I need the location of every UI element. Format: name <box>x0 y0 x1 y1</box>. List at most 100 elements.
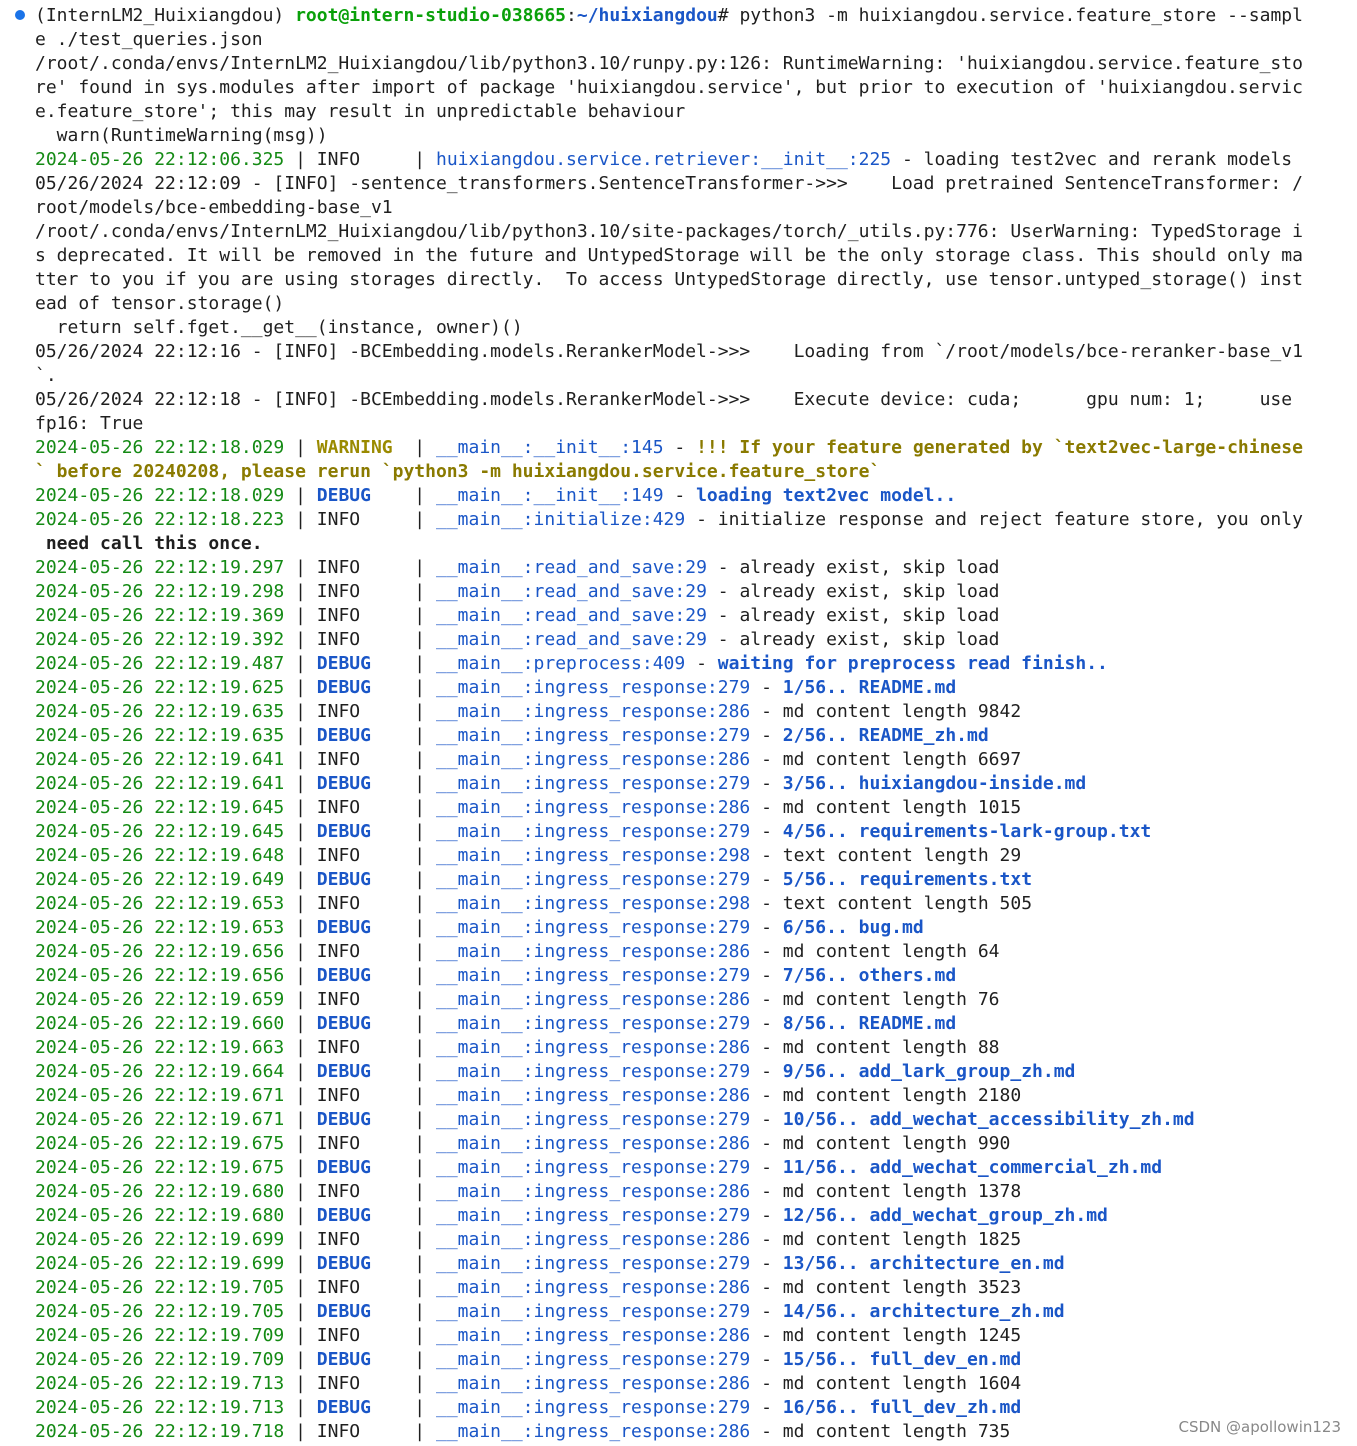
log-source: __main__:ingress_response:279 <box>435 1349 751 1370</box>
log-timestamp: 2024-05-26 22:12:19.705 <box>35 1301 285 1322</box>
log-line: 2024-05-26 22:12:19.635 | DEBUG | __main… <box>35 724 989 748</box>
log-message: text content length 29 <box>782 845 1022 866</box>
log-sep: | <box>284 557 317 578</box>
log-message: already exist, skip load <box>739 605 1000 626</box>
log-message: 12/56.. add_wechat_group_zh.md <box>782 1205 1108 1226</box>
log-sep: | <box>284 581 317 602</box>
log-line: 2024-05-26 22:12:19.656 | DEBUG | __main… <box>35 964 956 988</box>
log-line: 2024-05-26 22:12:19.641 | INFO | __main_… <box>35 748 1021 772</box>
log-line: 2024-05-26 22:12:19.487 | DEBUG | __main… <box>35 652 1108 676</box>
log-sep: - <box>750 1301 783 1322</box>
log-sep: | <box>403 749 436 770</box>
log-sep: | <box>284 605 317 626</box>
log-sep: | <box>284 1133 317 1154</box>
log-line: 2024-05-26 22:12:19.369 | INFO | __main_… <box>35 604 1000 628</box>
log-timestamp: 2024-05-26 22:12:06.325 <box>35 149 285 170</box>
log-line: 2024-05-26 22:12:06.325 | INFO | huixian… <box>35 148 1292 172</box>
log-sep: - <box>750 1133 783 1154</box>
log-line: 2024-05-26 22:12:19.675 | DEBUG | __main… <box>35 1156 1162 1180</box>
log-line: 2024-05-26 22:12:19.660 | DEBUG | __main… <box>35 1012 956 1036</box>
log-sep: | <box>284 437 317 458</box>
log-message: 6/56.. bug.md <box>782 917 924 938</box>
log-sep: | <box>403 701 436 722</box>
command-status-dot-icon <box>15 10 25 20</box>
log-timestamp: 2024-05-26 22:12:19.713 <box>35 1397 285 1418</box>
log-timestamp: 2024-05-26 22:12:19.675 <box>35 1157 285 1178</box>
log-level: DEBUG <box>316 1013 404 1034</box>
log-source: __main__:ingress_response:279 <box>435 1157 751 1178</box>
log-timestamp: 2024-05-26 22:12:19.645 <box>35 821 285 842</box>
log-sep: | <box>403 1133 436 1154</box>
log-sep: | <box>403 821 436 842</box>
log-sep: - <box>663 437 697 458</box>
log-source: __main__:ingress_response:279 <box>435 1253 751 1274</box>
log-timestamp: 2024-05-26 22:12:19.641 <box>35 749 285 770</box>
log-sep: | <box>284 1205 317 1226</box>
log-sep: - <box>750 1349 783 1370</box>
prompt-command: # python3 -m huixiangdou.service.feature… <box>717 5 1303 26</box>
log-level: DEBUG <box>316 653 404 674</box>
log-message: md content length 3523 <box>782 1277 1022 1298</box>
log-level: INFO <box>316 845 404 866</box>
log-sep: - <box>706 629 740 650</box>
log-sep: | <box>284 1181 317 1202</box>
log-sep: | <box>284 1085 317 1106</box>
log-line: 2024-05-26 22:12:18.223 | INFO | __main_… <box>35 508 1303 532</box>
log-source: __main__:ingress_response:286 <box>435 1325 751 1346</box>
log-line: 2024-05-26 22:12:19.680 | INFO | __main_… <box>35 1180 1021 1204</box>
log-sep: | <box>284 965 317 986</box>
log-message: 9/56.. add_lark_group_zh.md <box>782 1061 1076 1082</box>
log-sep: | <box>403 1205 436 1226</box>
log-timestamp: 2024-05-26 22:12:19.298 <box>35 581 285 602</box>
log-timestamp: 2024-05-26 22:12:19.653 <box>35 917 285 938</box>
log-source: __main__:ingress_response:279 <box>435 1061 751 1082</box>
log-sep: | <box>403 725 436 746</box>
log-message: md content length 735 <box>782 1421 1011 1442</box>
log-source: __main__:ingress_response:279 <box>435 869 751 890</box>
log-sep: | <box>284 821 317 842</box>
log-source: __main__:ingress_response:286 <box>435 1373 751 1394</box>
log-level: DEBUG <box>316 1349 404 1370</box>
output-line: 05/26/2024 22:12:18 - [INFO] -BCEmbeddin… <box>35 389 1293 410</box>
log-source: __main__:ingress_response:286 <box>435 1085 751 1106</box>
log-sep: - <box>750 1253 783 1274</box>
log-level: INFO <box>316 629 404 650</box>
log-line: 2024-05-26 22:12:19.664 | DEBUG | __main… <box>35 1060 1075 1084</box>
log-level: INFO <box>316 1181 404 1202</box>
log-level: DEBUG <box>316 677 404 698</box>
log-source: __main__:ingress_response:279 <box>435 773 751 794</box>
log-level: INFO <box>316 989 404 1010</box>
log-sep: | <box>403 557 436 578</box>
log-timestamp: 2024-05-26 22:12:19.659 <box>35 989 285 1010</box>
log-source: __main__:__init__:145 <box>435 437 664 458</box>
log-level: INFO <box>316 149 404 170</box>
log-sep: - <box>750 1205 783 1226</box>
log-timestamp: 2024-05-26 22:12:19.392 <box>35 629 285 650</box>
log-source: __main__:ingress_response:279 <box>435 1205 751 1226</box>
log-timestamp: 2024-05-26 22:12:19.653 <box>35 893 285 914</box>
log-line: 2024-05-26 22:12:19.659 | INFO | __main_… <box>35 988 1000 1012</box>
log-sep: | <box>403 773 436 794</box>
log-timestamp: 2024-05-26 22:12:19.487 <box>35 653 285 674</box>
output-line: ead of tensor.storage() <box>35 293 285 314</box>
log-level: DEBUG <box>316 1397 404 1418</box>
log-line: 2024-05-26 22:12:19.645 | DEBUG | __main… <box>35 820 1151 844</box>
log-sep: | <box>284 845 317 866</box>
log-sep: - <box>750 1085 783 1106</box>
log-message: already exist, skip load <box>739 557 1000 578</box>
output-line: return self.fget.__get__(instance, owner… <box>35 317 523 338</box>
log-sep: | <box>403 989 436 1010</box>
log-source: __main__:ingress_response:286 <box>435 989 751 1010</box>
terminal-output[interactable]: (InternLM2_Huixiangdou) root@intern-stud… <box>0 0 1340 1446</box>
log-message: 3/56.. huixiangdou-inside.md <box>782 773 1087 794</box>
log-sep: - <box>750 1229 783 1250</box>
log-timestamp: 2024-05-26 22:12:19.656 <box>35 941 285 962</box>
output-line: fp16: True <box>35 413 144 434</box>
log-timestamp: 2024-05-26 22:12:19.671 <box>35 1085 285 1106</box>
log-sep: | <box>403 1037 436 1058</box>
log-timestamp: 2024-05-26 22:12:19.297 <box>35 557 285 578</box>
log-level: INFO <box>316 1229 404 1250</box>
log-source: __main__:read_and_save:29 <box>435 581 707 602</box>
log-sep: - <box>750 917 783 938</box>
log-line: 2024-05-26 22:12:19.298 | INFO | __main_… <box>35 580 1000 604</box>
